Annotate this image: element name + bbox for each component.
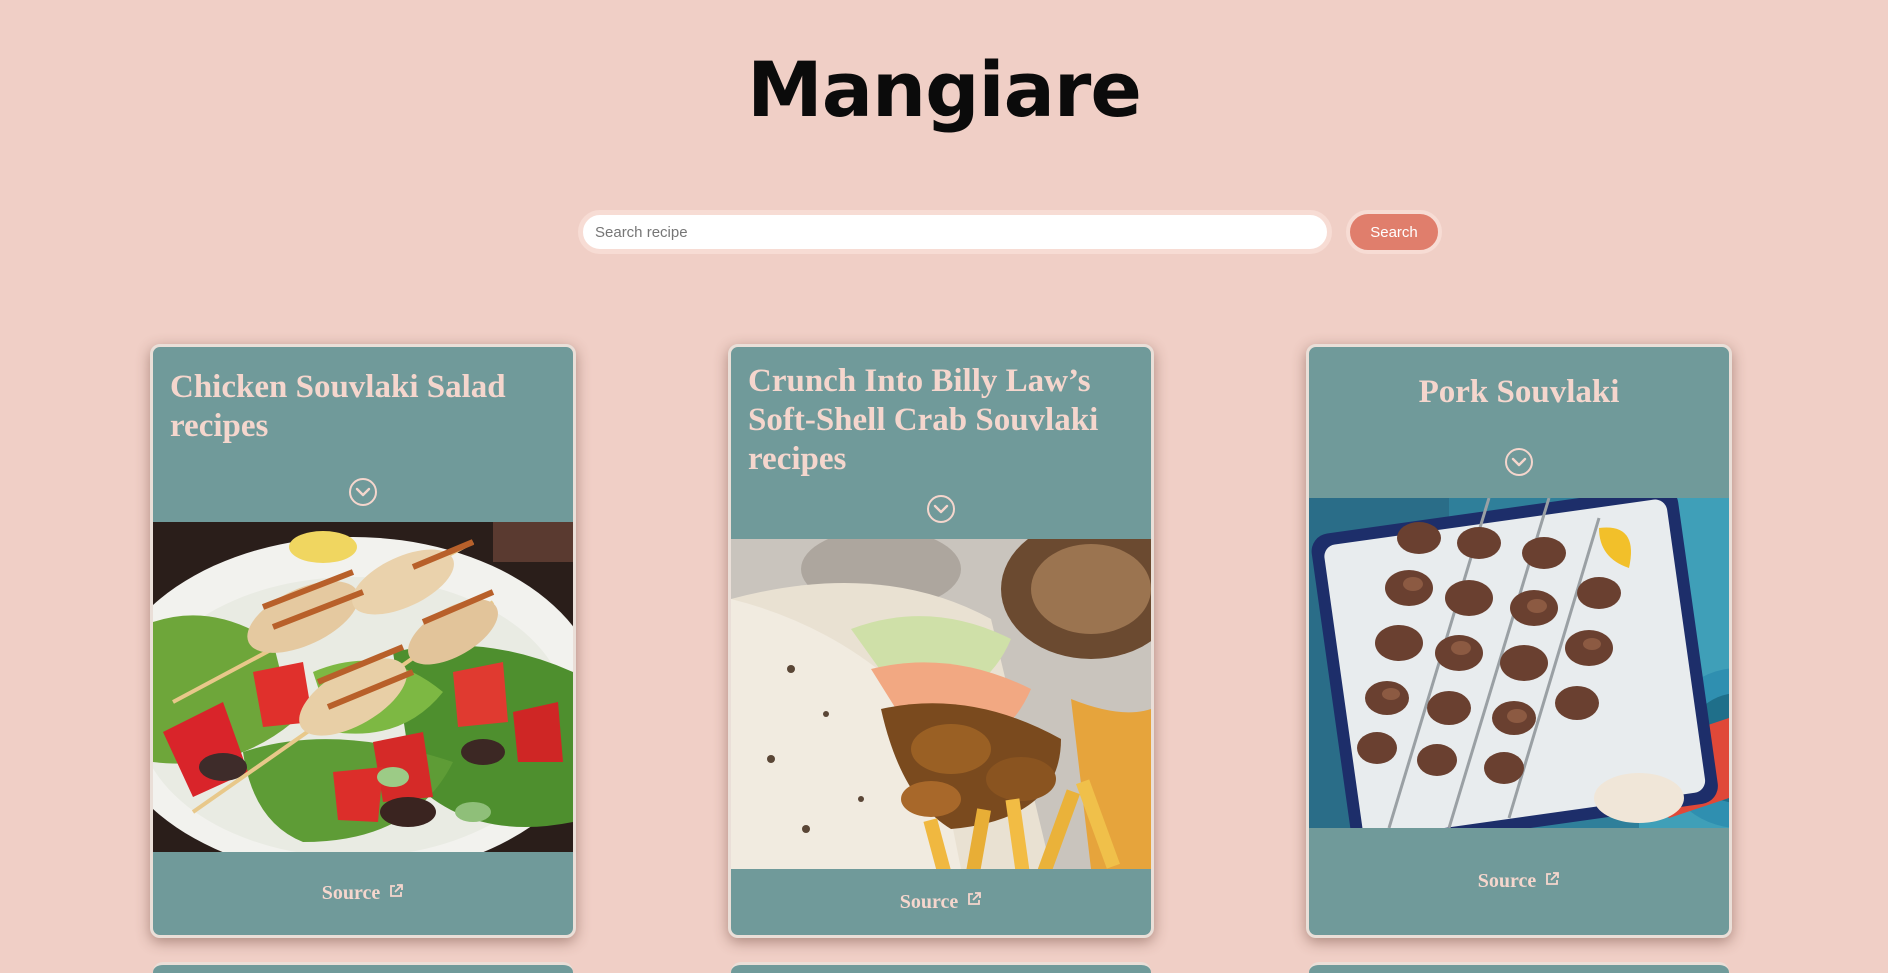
recipe-title: Crunch Into Billy Law’s Soft-Shell Crab … — [748, 363, 1099, 477]
card-header: Chicken Souvlaki Salad recipes — [153, 347, 573, 522]
recipe-image-pork-souvlaki — [1309, 498, 1729, 828]
source-label: Source — [1477, 870, 1537, 892]
chevron-down-circle-icon[interactable] — [925, 493, 957, 525]
source-label: Source — [899, 890, 959, 913]
search-input[interactable] — [578, 210, 1332, 254]
external-link-icon — [968, 892, 982, 905]
recipe-image-chicken-salad — [153, 522, 573, 852]
recipe-card: Chicken Souvlaki Salad recipes Source — [150, 344, 576, 938]
chevron-down-circle-icon[interactable] — [347, 476, 379, 508]
external-link-icon — [1546, 871, 1560, 885]
app-logo: Mangiare — [747, 45, 1142, 134]
recipe-card: Crunch Into Billy Law’s Soft-Shell Crab … — [728, 344, 1154, 938]
source-link[interactable]: Source — [1309, 828, 1729, 935]
source-link[interactable]: Source — [731, 869, 1151, 935]
source-link[interactable]: Source — [153, 852, 573, 935]
recipe-title: Pork Souvlaki — [1418, 374, 1620, 410]
recipe-card-next-row — [731, 962, 1151, 973]
recipe-title: Chicken Souvlaki Salad recipes — [170, 369, 506, 444]
chevron-down-circle-icon[interactable] — [1503, 446, 1535, 478]
external-link-icon — [390, 883, 404, 897]
recipe-card: Pork Souvlaki Source — [1306, 344, 1732, 938]
source-label: Source — [321, 882, 381, 904]
recipe-image-crab-souvlaki — [731, 539, 1151, 869]
card-header: Pork Souvlaki — [1309, 347, 1729, 498]
recipe-card-next-row — [1309, 962, 1729, 973]
card-header: Crunch Into Billy Law’s Soft-Shell Crab … — [731, 347, 1151, 539]
recipe-card-next-row — [153, 962, 573, 973]
search-button[interactable]: Search — [1346, 210, 1442, 254]
